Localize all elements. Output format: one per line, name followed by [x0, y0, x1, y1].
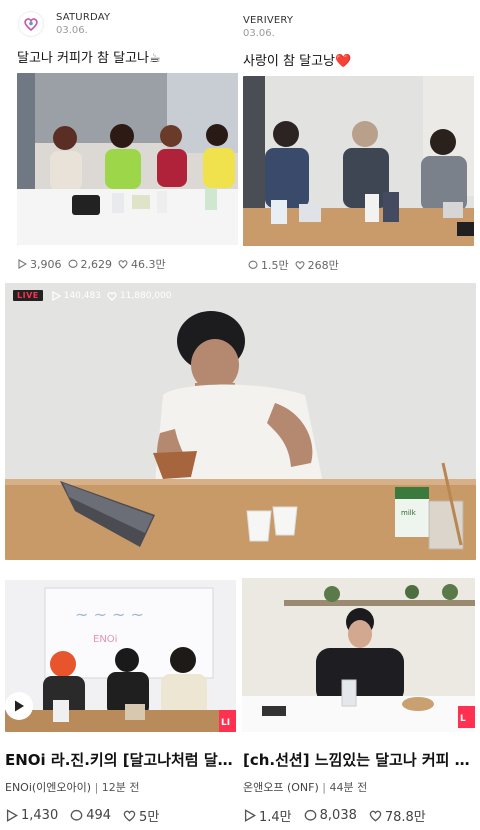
like-count[interactable]: 5만 [123, 806, 159, 825]
heart-icon [107, 291, 117, 301]
post-date: 03.06. [56, 25, 88, 36]
like-count[interactable]: 78.8만 [369, 806, 426, 825]
channel-name[interactable]: ENOi(이엔오아이) [5, 781, 91, 794]
like-count-value: 78.8만 [384, 810, 426, 825]
live-counts: 140,483 11,880,000 [51, 290, 172, 301]
svg-text:L: L [460, 714, 466, 724]
heart-count-value: 11,880,000 [119, 290, 172, 301]
comment-icon [304, 809, 316, 821]
post-header-saturday: SATURDAY 03.06. [56, 12, 110, 36]
play-icon [18, 259, 27, 269]
comment-count-value: 494 [86, 808, 112, 823]
saturday-avatar[interactable] [18, 11, 44, 37]
comment-count-value: 2,629 [80, 257, 113, 271]
heart-count: 11,880,000 [107, 290, 172, 301]
svg-text:~ ~ ~ ~: ~ ~ ~ ~ [75, 605, 144, 624]
comment-count[interactable]: 8,038 [304, 808, 357, 823]
svg-text:milk: milk [401, 509, 417, 517]
play-icon [6, 809, 18, 822]
play-icon [15, 700, 24, 712]
post-header-verivery: VERIVERY 03.06. [243, 15, 293, 39]
live-video-player[interactable]: milk LIVE 140,483 11,880,000 [5, 283, 476, 560]
video-meta-enoi: ENOi(이엔오아이) | 12분 전 [5, 779, 140, 795]
play-button[interactable] [5, 692, 33, 720]
heart-icon [123, 810, 136, 822]
play-count-value: 1.4만 [259, 810, 292, 825]
comment-icon [248, 260, 258, 269]
heart-icon [369, 810, 382, 822]
like-count-value: 268만 [307, 259, 339, 272]
svg-text:ENOi: ENOi [93, 634, 117, 645]
like-count[interactable]: 46.3만 [118, 256, 166, 272]
play-icon [244, 809, 256, 822]
play-count: 1.4만 [243, 806, 292, 825]
heart-icon [295, 261, 305, 270]
post-title[interactable]: 사랑이 참 달고낭❤️ [243, 50, 351, 69]
comment-icon [70, 809, 83, 821]
saturday-logo-icon [24, 18, 38, 32]
video-title[interactable]: [ch.선션] 느낌있는 달고나 커피 … [243, 749, 477, 770]
video-thumbnail-enoi[interactable]: ~ ~ ~ ~ ENOi LI [5, 580, 236, 732]
svg-text:LI: LI [221, 718, 230, 728]
live-overlay: LIVE 140,483 11,880,000 [13, 290, 171, 301]
channel-name[interactable]: SATURDAY [56, 12, 110, 23]
comment-count[interactable]: 2,629 [67, 257, 113, 271]
play-count: 1,430 [5, 808, 58, 823]
comment-count[interactable]: 1.5만 [248, 257, 289, 273]
comment-count[interactable]: 494 [70, 808, 111, 823]
play-count-value: 3,906 [30, 257, 62, 271]
video-stats-onf: 1.4만 8,038 78.8만 [243, 806, 426, 825]
post-stats-verivery: 1.5만 268만 [248, 257, 339, 273]
play-count-value: 1,430 [21, 808, 59, 823]
play-count: 3,906 [17, 258, 62, 271]
viewer-count-value: 140,483 [63, 290, 101, 301]
meta-separator: | [94, 781, 102, 794]
channel-name[interactable]: 온앤오프 (ONF) [243, 781, 319, 794]
like-count-value: 46.3만 [131, 258, 166, 271]
post-stats-saturday: 3,906 2,629 46.3만 [17, 256, 166, 272]
play-icon [52, 290, 61, 301]
posted-time: 44분 전 [329, 781, 368, 794]
comment-count-value: 1.5만 [261, 259, 289, 272]
post-thumbnail-saturday[interactable] [17, 73, 238, 245]
video-thumbnail-onf[interactable]: L [242, 578, 475, 732]
heart-icon [118, 260, 128, 269]
channel-name[interactable]: VERIVERY [243, 15, 293, 26]
viewer-count: 140,483 [51, 290, 101, 301]
post-title[interactable]: 달고나 커피가 참 달고나☕ [17, 47, 161, 66]
like-count-value: 5만 [139, 810, 160, 825]
post-date: 03.06. [243, 28, 275, 39]
like-count[interactable]: 268만 [295, 257, 339, 273]
video-title[interactable]: ENOi 라.진.키의 [달고나처럼 달… [5, 749, 235, 770]
video-stats-enoi: 1,430 494 5만 [5, 806, 159, 825]
live-badge: LIVE [13, 290, 43, 301]
comment-count-value: 8,038 [319, 808, 357, 823]
video-meta-onf: 온앤오프 (ONF) | 44분 전 [243, 779, 367, 795]
posted-time: 12분 전 [101, 781, 140, 794]
post-thumbnail-verivery[interactable] [243, 76, 474, 246]
comment-icon [67, 259, 78, 268]
